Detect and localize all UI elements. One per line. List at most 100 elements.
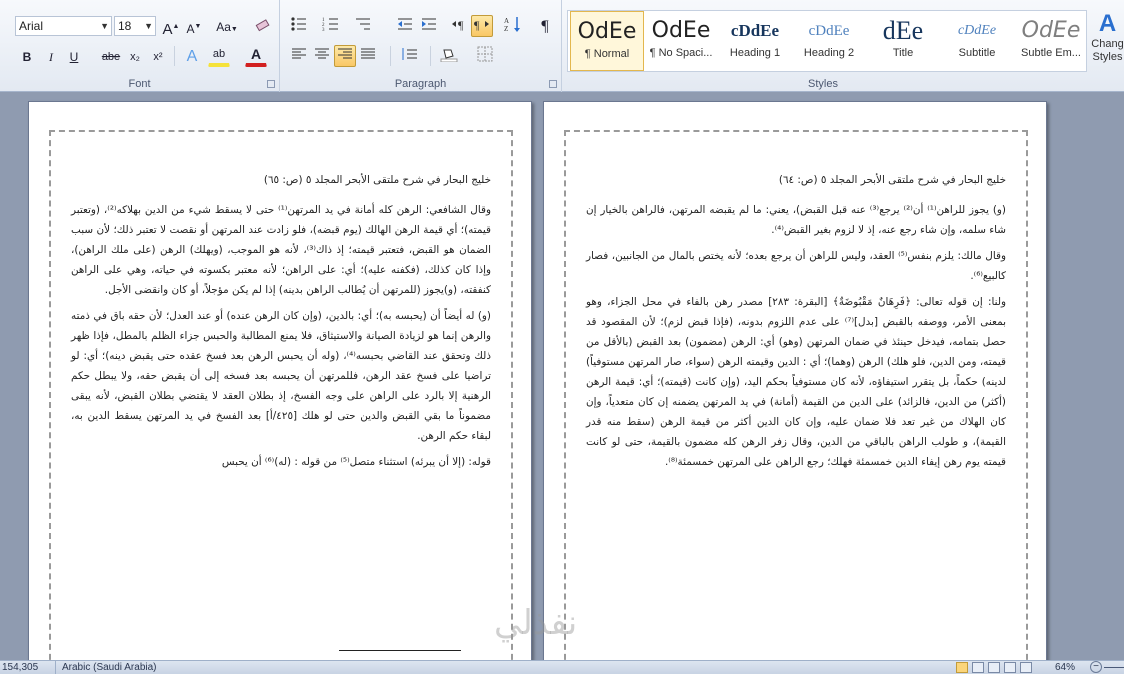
styles-group-label: Styles (808, 78, 838, 90)
eraser-icon (255, 19, 270, 32)
paragraph: (و) له أيضاً أن (يحبسه به)؛ أي: بالدين، … (71, 310, 491, 442)
rtl-icon: ¶ (474, 18, 489, 32)
text-effects-button[interactable]: A (181, 45, 203, 67)
increase-indent-button[interactable] (418, 15, 440, 37)
svg-text:A: A (504, 17, 509, 25)
italic-button[interactable]: I (40, 45, 62, 67)
chevron-down-icon: ▼ (144, 21, 153, 31)
footnote-separator (339, 650, 461, 651)
align-center-button[interactable] (311, 45, 333, 67)
bold-button[interactable]: B (16, 45, 38, 67)
style-sample: dEe (882, 16, 924, 45)
align-left-button[interactable] (288, 45, 310, 67)
shrink-font-button[interactable]: A▼ (183, 15, 205, 37)
numbering-button[interactable]: 123 (320, 15, 342, 37)
change-styles-button[interactable]: A Chang Styles (1091, 10, 1124, 74)
style-heading-2[interactable]: cDdEe Heading 2 (792, 11, 866, 71)
ltr-icon: ¶ (452, 18, 464, 32)
status-bar: 154,305 Arabic (Saudi Arabia) 64% − (0, 660, 1124, 674)
justify-button[interactable] (357, 45, 379, 67)
line-spacing-button[interactable] (398, 45, 420, 67)
style-sample: OdEe (1021, 18, 1081, 43)
borders-icon (477, 46, 493, 62)
font-size-value: 18 (118, 19, 132, 33)
strikethrough-button[interactable]: abe (98, 45, 124, 67)
highlight-button[interactable]: ab (208, 45, 230, 67)
show-paragraph-marks-button[interactable]: ¶ (534, 15, 556, 37)
style-title[interactable]: dEe Title (866, 11, 940, 71)
outline-view-button[interactable] (1004, 662, 1016, 673)
style-name: Subtitle (958, 47, 996, 59)
style-sample: cDdEe (808, 23, 850, 39)
superscript-button[interactable]: x² (147, 45, 169, 67)
line-spacing-icon (402, 48, 417, 60)
font-color-button[interactable]: A (245, 45, 267, 67)
watermark-logo: نفذلي (494, 603, 578, 643)
change-case-button[interactable]: Aa▼ (213, 15, 241, 37)
style-normal[interactable]: OdEe ¶ Normal (570, 11, 644, 71)
underline-button[interactable]: U (63, 45, 85, 67)
decrease-indent-button[interactable] (394, 15, 416, 37)
align-left-icon (292, 48, 306, 59)
zoom-out-icon[interactable]: − (1090, 661, 1102, 673)
document-area[interactable]: خليج البحار في شرح ملتقى الأبحر المجلد ٥… (0, 92, 1124, 671)
multilevel-list-icon (356, 18, 370, 30)
font-name-combo[interactable]: Arial ▼ (15, 16, 112, 36)
clear-formatting-button[interactable] (252, 15, 274, 37)
style-sample: OdEe (651, 18, 711, 43)
style-sample: OdEe (577, 19, 637, 44)
ribbon: Arial ▼ 18 ▼ A▲ A▼ Aa▼ B I U abe x₂ x² A… (0, 0, 1124, 92)
language-indicator[interactable]: Arabic (Saudi Arabia) (62, 661, 157, 674)
paragraph: ولنا: إن قوله تعالى: ﴿فَرِهَانٌ مَقْبُوض… (586, 296, 1006, 468)
font-group-label: Font (128, 78, 151, 90)
style-subtle-emphasis[interactable]: OdEe Subtle Em... (1014, 11, 1088, 71)
align-right-button[interactable] (334, 45, 356, 67)
page-header: خليج البحار في شرح ملتقى الأبحر المجلد ٥… (778, 174, 1006, 186)
increase-indent-icon (422, 18, 436, 30)
bullets-button[interactable] (288, 15, 310, 37)
change-styles-label-2: Styles (1092, 51, 1123, 63)
justify-icon (361, 48, 375, 59)
borders-button[interactable] (474, 45, 496, 67)
styles-gallery: OdEe ¶ Normal OdEe ¶ No Spaci... cDdEe H… (567, 10, 1087, 72)
grow-font-label: A (162, 21, 173, 38)
style-name: Heading 1 (729, 47, 781, 59)
paragraph: وقال مالك: يلزم بنفس⁽⁵⁾ العقد، وليس للرا… (586, 250, 1006, 282)
dialog-launcher-icon[interactable] (267, 80, 275, 88)
subscript-button[interactable]: x₂ (124, 45, 146, 67)
page-text[interactable]: خليج البحار في شرح ملتقى الأبحر المجلد ٥… (586, 170, 1006, 478)
zoom-slider[interactable] (1104, 667, 1124, 668)
draft-view-button[interactable] (1020, 662, 1032, 673)
font-size-combo[interactable]: 18 ▼ (114, 16, 156, 36)
style-name: Heading 2 (803, 47, 855, 59)
page-text[interactable]: خليج البحار في شرح ملتقى الأبحر المجلد ٥… (71, 170, 491, 478)
word-count[interactable]: 154,305 (2, 661, 38, 674)
shading-button[interactable] (438, 45, 460, 67)
font-group: Arial ▼ 18 ▼ A▲ A▼ Aa▼ B I U abe x₂ x² A… (0, 0, 280, 92)
page-64[interactable]: خليج البحار في شرح ملتقى الأبحر المجلد ٥… (543, 101, 1047, 671)
chevron-down-icon: ▼ (100, 21, 109, 31)
full-screen-view-button[interactable] (972, 662, 984, 673)
align-center-icon (315, 48, 329, 59)
page-65[interactable]: خليج البحار في شرح ملتقى الأبحر المجلد ٥… (28, 101, 532, 671)
style-subtitle[interactable]: cDdEe Subtitle (940, 11, 1014, 71)
paragraph: (و) يجوز للراهن⁽¹⁾ أن⁽²⁾ يرجع⁽³⁾ عنه قبل… (586, 204, 1006, 236)
web-layout-view-button[interactable] (988, 662, 1000, 673)
style-name: ¶ Normal (584, 48, 630, 60)
shrink-font-label: A (186, 22, 195, 36)
right-to-left-button[interactable]: ¶ (471, 15, 493, 37)
left-to-right-button[interactable]: ¶ (448, 15, 470, 37)
style-no-spacing[interactable]: OdEe ¶ No Spaci... (644, 11, 718, 71)
svg-text:¶: ¶ (474, 18, 480, 32)
decrease-indent-icon (398, 18, 412, 30)
grow-font-button[interactable]: A▲ (160, 15, 182, 38)
style-heading-1[interactable]: cDdEe Heading 1 (718, 11, 792, 71)
paragraph-group: 123 ¶ ¶ AZ ¶ Paragraph (280, 0, 562, 92)
change-case-label: Aa (216, 20, 231, 34)
paragraph: قوله: (إلا أن يبرئه) استثناء متصل⁽⁵⁾ من … (221, 456, 491, 468)
multilevel-list-button[interactable] (352, 15, 374, 37)
print-layout-view-button[interactable] (956, 662, 968, 673)
style-sample: cDdEe (957, 23, 997, 38)
sort-button[interactable]: AZ (502, 15, 524, 37)
zoom-level[interactable]: 64% (1055, 661, 1075, 674)
